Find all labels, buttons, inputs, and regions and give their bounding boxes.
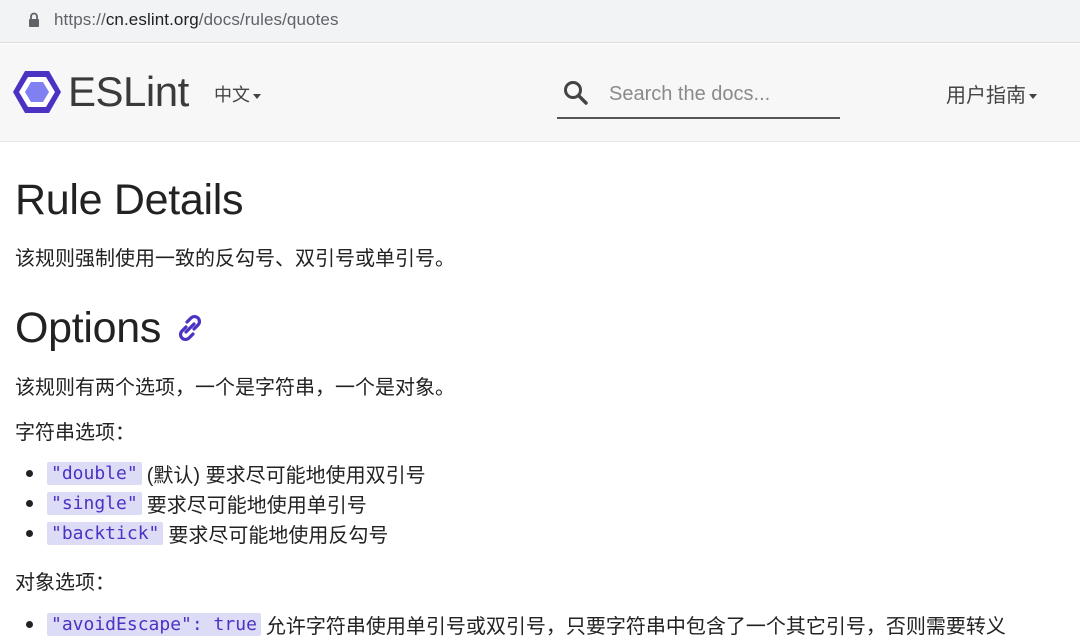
user-guide-dropdown[interactable]: 用户指南: [946, 79, 1037, 108]
eslint-logo-icon: [13, 71, 61, 113]
chevron-down-icon: [253, 93, 261, 99]
rule-details-heading: Rule Details: [15, 176, 244, 224]
logo-text: ESLint: [68, 68, 189, 115]
code-inline: "single": [47, 491, 142, 515]
search-box: [557, 72, 840, 119]
options-text: 该规则有两个选项，一个是字符串，一个是对象。: [15, 377, 455, 399]
search-icon: [564, 81, 588, 105]
browser-url-bar[interactable]: https://cn.eslint.org/docs/rules/quotes: [0, 0, 1080, 43]
list-item: "backtick" 要求尽可能地使用反勾号: [15, 518, 426, 548]
lock-icon: [29, 12, 39, 27]
code-inline: "double": [47, 461, 142, 485]
language-dropdown[interactable]: 中文: [214, 81, 261, 107]
object-options-label: 对象选项：: [15, 572, 115, 594]
list-item: "avoidEscape": true 允许字符串使用单引号或双引号，只要字符串中…: [15, 609, 1006, 639]
url-text[interactable]: https://cn.eslint.org/docs/rules/quotes: [54, 10, 339, 30]
code-inline: "backtick": [47, 521, 164, 545]
site-header: ESLint 中文 用户指南: [0, 44, 1080, 142]
options-heading: Options: [15, 304, 205, 353]
list-item: "double" (默认) 要求尽可能地使用双引号: [15, 458, 426, 488]
rule-details-text: 该规则强制使用一致的反勾号、双引号或单引号。: [15, 248, 455, 270]
string-options-label: 字符串选项：: [15, 422, 135, 444]
string-options-list: "double" (默认) 要求尽可能地使用双引号 "single" 要求尽可能地使…: [15, 458, 426, 548]
eslint-logo[interactable]: ESLint: [12, 68, 189, 116]
code-inline: "avoidEscape": true: [47, 612, 261, 636]
search-input[interactable]: [609, 79, 834, 109]
chevron-down-icon: [1029, 94, 1037, 100]
list-item: "single" 要求尽可能地使用单引号: [15, 488, 426, 518]
link-icon[interactable]: [175, 313, 205, 343]
object-options-list: "avoidEscape": true 允许字符串使用单引号或双引号，只要字符串中…: [15, 609, 1006, 639]
